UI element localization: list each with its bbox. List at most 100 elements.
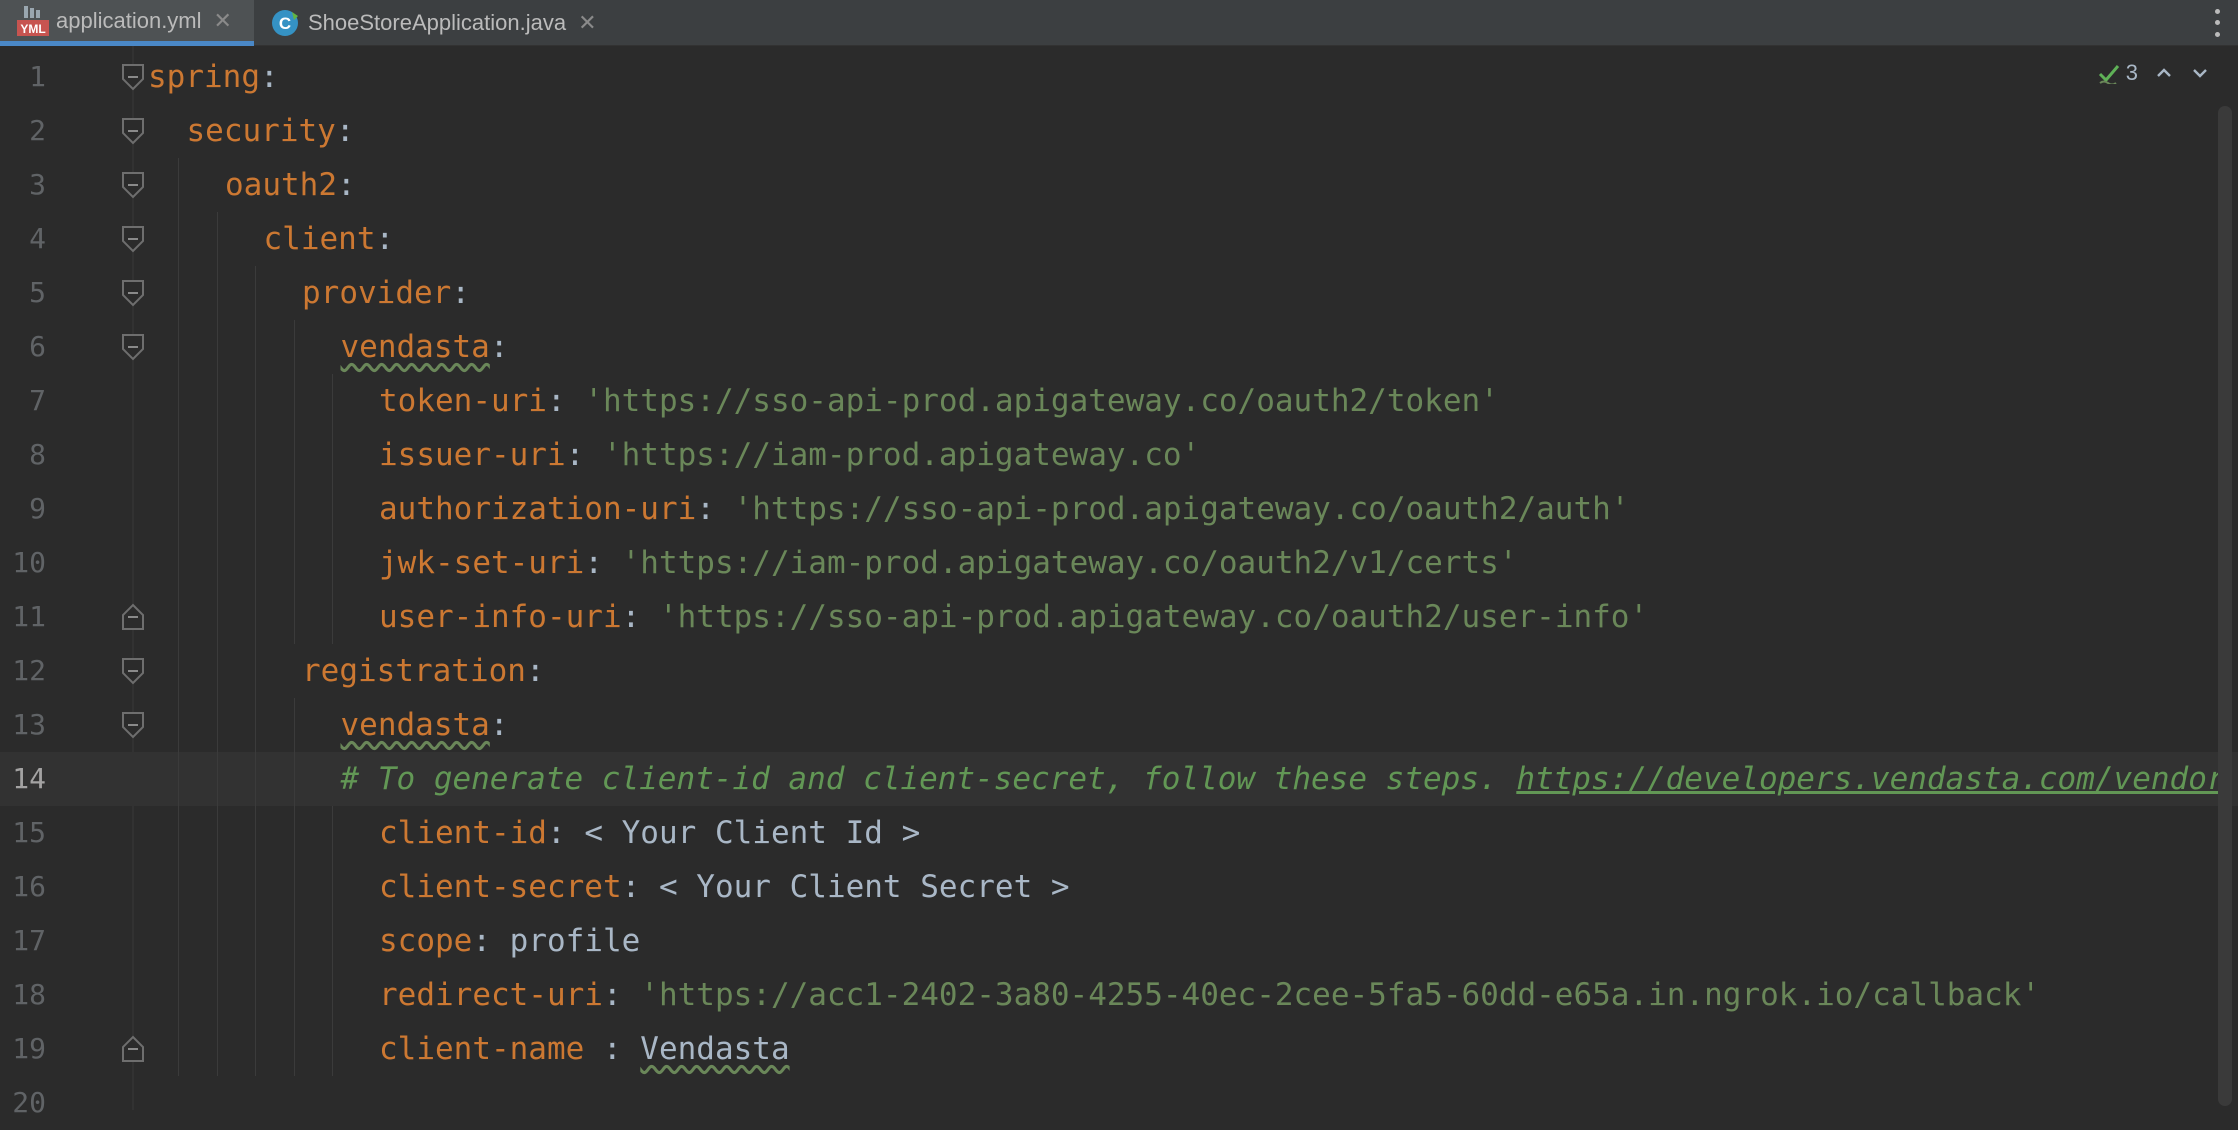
- yaml-separator: :: [472, 923, 510, 959]
- more-options-icon[interactable]: [2212, 6, 2222, 40]
- code-text[interactable]: token-uri: 'https://sso-api-prod.apigate…: [379, 374, 1499, 428]
- code-line[interactable]: 17 scope: profile: [0, 914, 2238, 968]
- code-text[interactable]: oauth2:: [225, 158, 356, 212]
- indent-guide: [293, 752, 295, 806]
- fold-expanded-icon[interactable]: [121, 279, 145, 307]
- code-line[interactable]: 18 redirect-uri: 'https://acc1-2402-3a80-…: [0, 968, 2238, 1022]
- inspections-widget[interactable]: 3: [2098, 60, 2210, 86]
- tab-shoestoreapplication-java[interactable]: C ShoeStoreApplication.java ✕: [268, 0, 618, 46]
- code-text[interactable]: client-secret: < Your Client Secret >: [379, 860, 1070, 914]
- yaml-key: oauth2: [225, 167, 337, 203]
- indent-guide: [255, 806, 256, 860]
- indent-guide: [255, 590, 256, 644]
- line-number: 3: [29, 168, 46, 201]
- code-line[interactable]: 15 client-id: < Your Client Id >: [0, 806, 2238, 860]
- code-text[interactable]: provider:: [302, 266, 470, 320]
- indent-guide: [293, 806, 295, 860]
- indent-guide: [332, 806, 333, 860]
- fold-expanded-icon[interactable]: [121, 711, 145, 739]
- code-line[interactable]: 10 jwk-set-uri: 'https://iam-prod.apigate…: [0, 536, 2238, 590]
- code-text[interactable]: security:: [187, 104, 355, 158]
- svg-text:C: C: [279, 14, 291, 33]
- yaml-string-value: 'https://iam-prod.apigateway.co/oauth2/v…: [621, 545, 1518, 581]
- indent-guide: [332, 590, 333, 644]
- tab-application-yml[interactable]: YML application.yml ✕: [0, 0, 254, 46]
- code-text[interactable]: client-id: < Your Client Id >: [379, 806, 920, 860]
- line-number: 15: [12, 816, 46, 849]
- code-line[interactable]: 1 spring:: [0, 50, 2238, 104]
- code-line[interactable]: 20: [0, 1076, 2238, 1130]
- code-text[interactable]: jwk-set-uri: 'https://iam-prod.apigatewa…: [379, 536, 1518, 590]
- indent-guide: [255, 914, 256, 968]
- fold-expanded-icon[interactable]: [121, 117, 145, 145]
- fold-end-icon[interactable]: [121, 1035, 145, 1063]
- code-line[interactable]: 13 vendasta:: [0, 698, 2238, 752]
- code-line[interactable]: 9 authorization-uri: 'https://sso-api-pro…: [0, 482, 2238, 536]
- code-line[interactable]: 6 vendasta:: [0, 320, 2238, 374]
- indent-guide: [178, 1022, 179, 1076]
- code-text[interactable]: spring:: [148, 50, 279, 104]
- indent-guide: [178, 806, 179, 860]
- code-text[interactable]: registration:: [302, 644, 545, 698]
- indent-guide: [293, 320, 295, 374]
- line-number: 11: [12, 600, 46, 633]
- fold-expanded-icon[interactable]: [121, 225, 145, 253]
- comment-link[interactable]: https://developers.vendasta.com/vendor: [1516, 761, 2225, 797]
- yaml-key: user-info-uri: [379, 599, 622, 635]
- code-line[interactable]: 11 user-info-uri: 'https://sso-api-prod.a…: [0, 590, 2238, 644]
- line-number: 20: [12, 1086, 46, 1119]
- inspection-count[interactable]: 3: [2098, 60, 2138, 86]
- line-number: 7: [29, 384, 46, 417]
- code-text[interactable]: vendasta:: [341, 320, 509, 374]
- fold-expanded-icon[interactable]: [121, 333, 145, 361]
- indent-guide: [216, 752, 218, 806]
- yaml-plain-value: Vendasta: [640, 1031, 790, 1067]
- code-line[interactable]: 14 # To generate client-id and client-sec…: [0, 752, 2238, 806]
- code-text[interactable]: redirect-uri: 'https://acc1-2402-3a80-42…: [379, 968, 2040, 1022]
- yaml-separator: :: [375, 221, 395, 257]
- code-line[interactable]: 12 registration:: [0, 644, 2238, 698]
- code-line[interactable]: 19 client-name : Vendasta: [0, 1022, 2238, 1076]
- code-text[interactable]: authorization-uri: 'https://sso-api-prod…: [379, 482, 1629, 536]
- code-text[interactable]: client:: [264, 212, 395, 266]
- close-icon[interactable]: ✕: [214, 8, 232, 34]
- vertical-scrollbar[interactable]: [2218, 106, 2232, 1106]
- code-line[interactable]: 3 oauth2:: [0, 158, 2238, 212]
- code-text[interactable]: # To generate client-id and client-secre…: [341, 752, 2226, 806]
- fold-expanded-icon[interactable]: [121, 63, 145, 91]
- line-number: 18: [12, 978, 46, 1011]
- indent-guide: [332, 374, 333, 428]
- close-icon[interactable]: ✕: [578, 10, 596, 36]
- indent-guide: [216, 536, 218, 590]
- yaml-key: scope: [379, 923, 473, 959]
- chevron-down-icon[interactable]: [2190, 63, 2210, 83]
- yaml-separator: :: [621, 869, 659, 905]
- code-line[interactable]: 16 client-secret: < Your Client Secret >: [0, 860, 2238, 914]
- line-number: 9: [29, 492, 46, 525]
- fold-expanded-icon[interactable]: [121, 171, 145, 199]
- indent-guide: [255, 482, 256, 536]
- code-line[interactable]: 4 client:: [0, 212, 2238, 266]
- chevron-up-icon[interactable]: [2154, 63, 2174, 83]
- yaml-separator: :: [335, 113, 355, 149]
- indent-guide: [255, 536, 256, 590]
- code-line[interactable]: 2 security:: [0, 104, 2238, 158]
- code-line[interactable]: 5 provider:: [0, 266, 2238, 320]
- indent-guide: [293, 590, 295, 644]
- fold-expanded-icon[interactable]: [121, 657, 145, 685]
- yaml-separator: :: [602, 1031, 641, 1067]
- fold-end-icon[interactable]: [121, 603, 145, 631]
- code-line[interactable]: 7 token-uri: 'https://sso-api-prod.apigat…: [0, 374, 2238, 428]
- code-text[interactable]: vendasta:: [341, 698, 509, 752]
- code-line[interactable]: 8 issuer-uri: 'https://iam-prod.apigatewa…: [0, 428, 2238, 482]
- code-text[interactable]: user-info-uri: 'https://sso-api-prod.api…: [379, 590, 1648, 644]
- code-text[interactable]: issuer-uri: 'https://iam-prod.apigateway…: [379, 428, 1200, 482]
- code-editor[interactable]: 1 spring: 2 security: 3 oauth2: 4 client: 5 provi…: [0, 46, 2238, 1119]
- indent-guide: [178, 968, 179, 1022]
- yml-file-icon: YML: [16, 4, 50, 38]
- code-text[interactable]: scope: profile: [379, 914, 640, 968]
- yaml-string-value: 'https://sso-api-prod.apigateway.co/oaut…: [733, 491, 1630, 527]
- code-text[interactable]: client-name : Vendasta: [379, 1022, 790, 1076]
- indent-guide: [293, 374, 295, 428]
- yaml-key: jwk-set-uri: [379, 545, 585, 581]
